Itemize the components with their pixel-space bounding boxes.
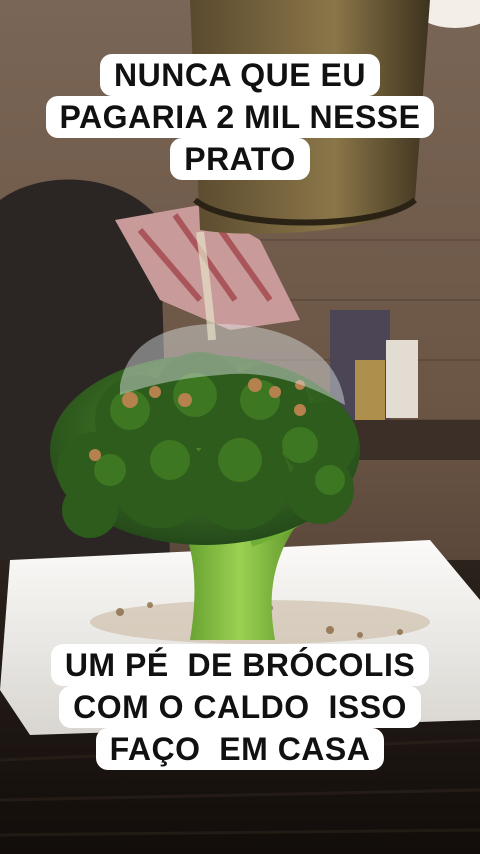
top-caption-line-2: PAGARIA 2 MIL NESSE <box>45 96 435 138</box>
video-frame: NUNCA QUE EU PAGARIA 2 MIL NESSE PRATO U… <box>0 0 480 854</box>
bottom-caption-line-3: FAÇO EM CASA <box>95 728 385 770</box>
bottom-caption-line-2: COM O CALDO ISSO <box>59 686 421 728</box>
bottom-caption: UM PÉ DE BRÓCOLIS COM O CALDO ISSO FAÇO … <box>0 644 480 770</box>
top-caption-line-3: PRATO <box>170 138 310 180</box>
top-caption: NUNCA QUE EU PAGARIA 2 MIL NESSE PRATO <box>0 54 480 180</box>
bottom-caption-line-1: UM PÉ DE BRÓCOLIS <box>50 644 430 686</box>
top-caption-line-1: NUNCA QUE EU <box>100 54 380 96</box>
